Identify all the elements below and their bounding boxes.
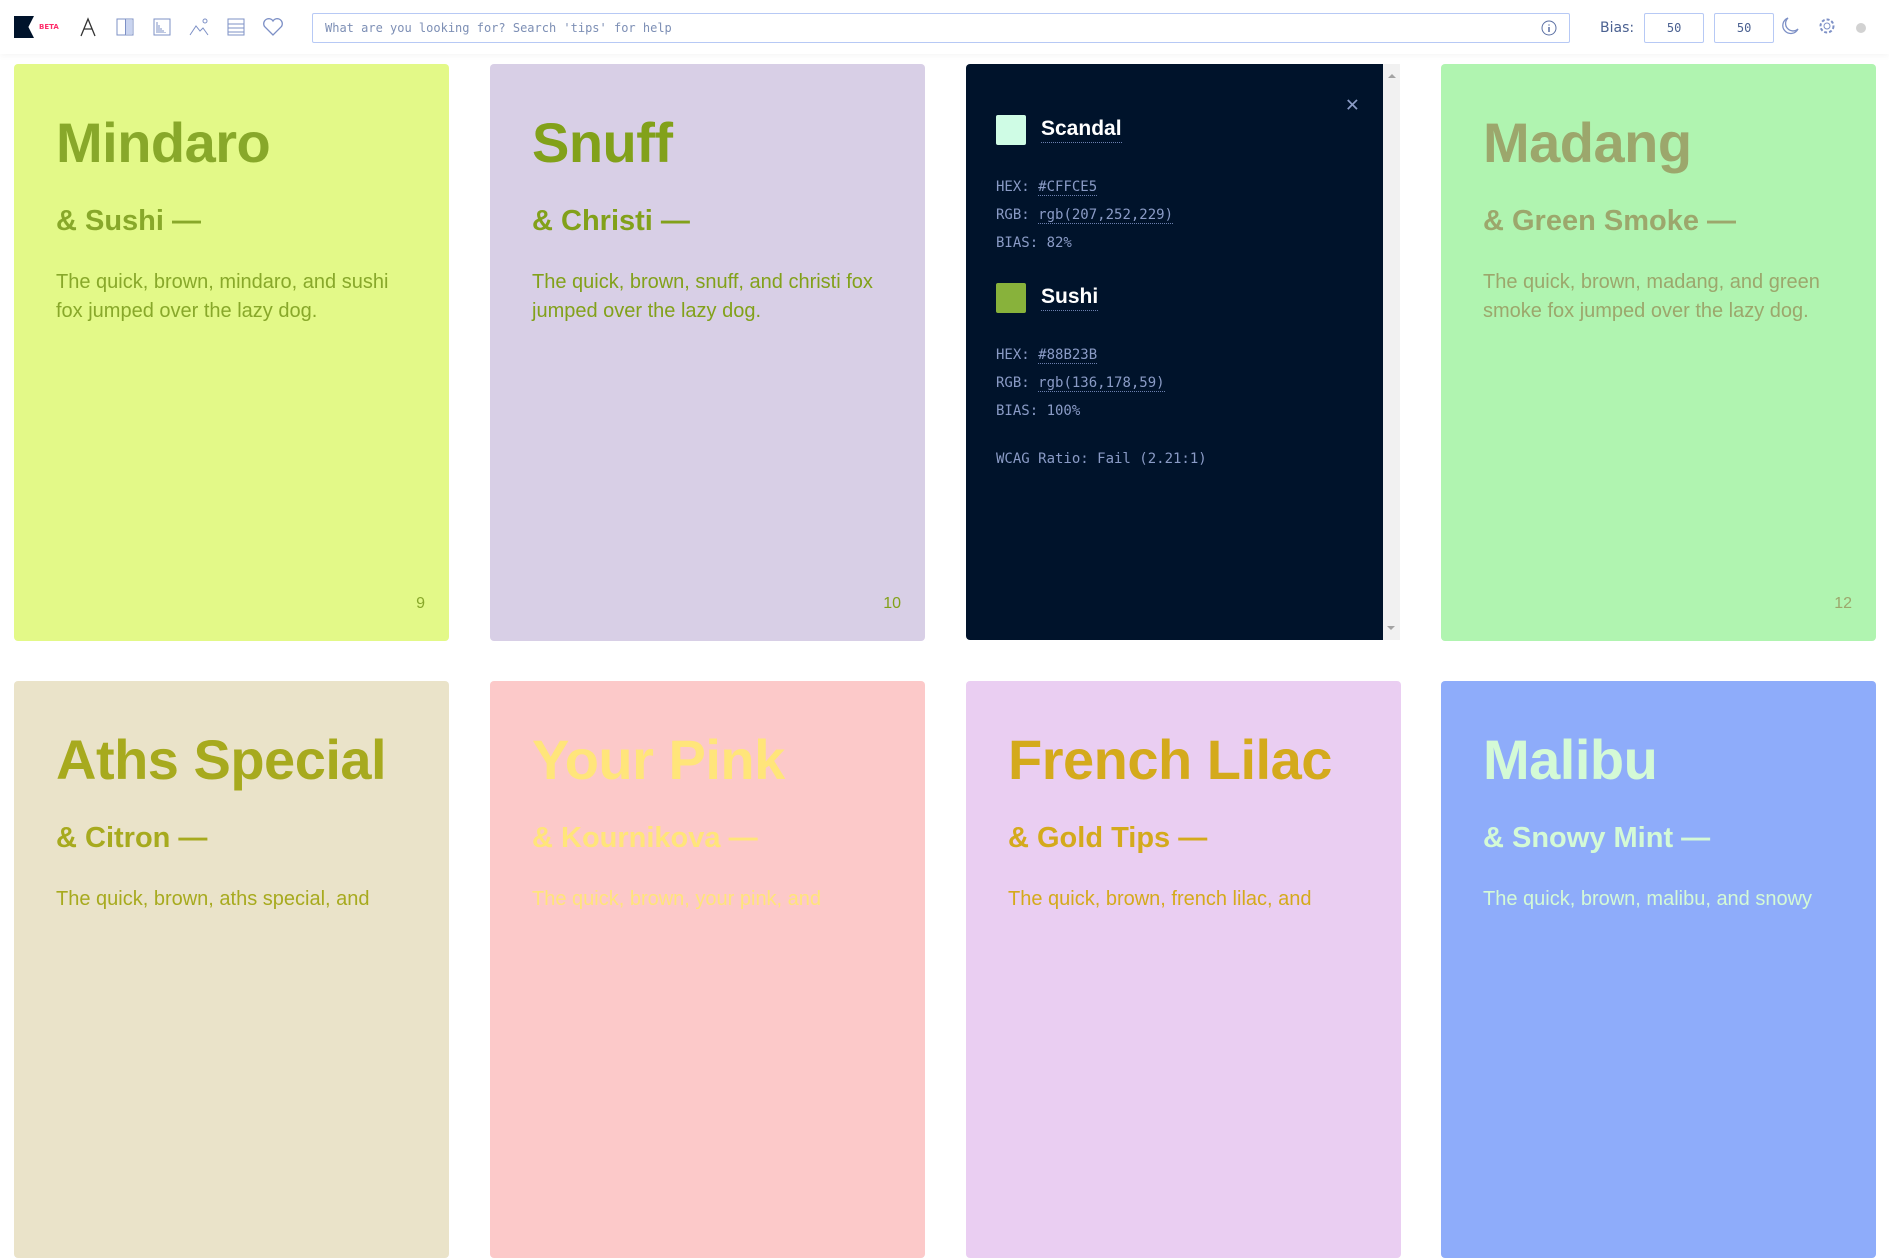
chart-icon[interactable] (151, 16, 173, 38)
hex-label: HEX: (996, 347, 1030, 363)
color-pair-card[interactable]: Your Pink & Kournikova — The quick, brown,… (490, 681, 925, 1258)
search-placeholder: What are you looking for? Search 'tips' … (325, 21, 672, 35)
card-pair: & Citron — (56, 822, 208, 854)
color-pair-card[interactable]: Aths Special & Citron — The quick, brown, … (14, 681, 449, 1258)
rgb-label: RGB: (996, 375, 1030, 391)
card-pair: & Snowy Mint — (1483, 822, 1711, 854)
card-number: 12 (1834, 595, 1852, 612)
card-pair: & Sushi — (56, 205, 202, 237)
rgb-value[interactable]: rgb(207,252,229) (1038, 207, 1174, 224)
scroll-down-icon[interactable] (1387, 626, 1395, 634)
logo[interactable] (14, 16, 34, 38)
columns-icon[interactable] (114, 16, 136, 38)
color-detail-panel: ✕ Scandal HEX: #CFFCE5 RGB: rgb(207,252,… (966, 64, 1383, 640)
card-text: The quick, brown, snuff, and christi fox… (532, 271, 873, 322)
card-text: The quick, brown, mindaro, and sushi fox… (56, 271, 389, 322)
card-text: The quick, brown, aths special, and (56, 888, 370, 910)
card-title: Mindaro (56, 111, 271, 174)
card-pair: & Gold Tips — (1008, 822, 1208, 854)
card-pair: & Green Smoke — (1483, 205, 1737, 237)
typography-icon[interactable] (77, 16, 99, 38)
card-title: Madang (1483, 111, 1692, 174)
bias-value: BIAS: 100% (996, 403, 1081, 419)
bias-controls: Bias: 50 50 (1600, 13, 1775, 43)
color-name[interactable]: Sushi (1041, 285, 1099, 311)
wcag-ratio: WCAG Ratio: Fail (2.21:1) (996, 451, 1207, 467)
scroll-up-icon[interactable] (1387, 70, 1396, 78)
bias-label: Bias: (1600, 20, 1635, 36)
card-text: The quick, brown, french lilac, and (1008, 888, 1312, 910)
card-text: The quick, brown, madang, and green smok… (1483, 271, 1820, 322)
search-input[interactable]: What are you looking for? Search 'tips' … (312, 13, 1570, 43)
card-title: Snuff (532, 111, 673, 174)
card-number: 10 (883, 595, 901, 612)
bias-input-2[interactable]: 50 (1714, 13, 1775, 43)
color-pair-card[interactable]: Snuff & Christi — The quick, brown, snuff,… (490, 64, 925, 641)
status-dot (1856, 23, 1866, 33)
card-pair: & Christi — (532, 205, 690, 237)
close-icon[interactable]: ✕ (1346, 92, 1359, 117)
heart-icon[interactable] (262, 16, 284, 38)
color-pair-card[interactable]: Mindaro & Sushi — The quick, brown, mindar… (14, 64, 449, 641)
rgb-value[interactable]: rgb(136,178,59) (1038, 375, 1165, 392)
hex-value[interactable]: #CFFCE5 (1038, 179, 1098, 196)
card-text: The quick, brown, malibu, and snowy (1483, 888, 1813, 910)
card-title: French Lilac (1008, 728, 1332, 791)
info-icon[interactable] (1541, 20, 1557, 36)
card-title: Malibu (1483, 728, 1658, 791)
scrollbar[interactable] (1383, 64, 1400, 640)
list-icon[interactable] (225, 16, 247, 38)
bias-value: BIAS: 82% (996, 235, 1072, 251)
color-pair-card[interactable]: Madang & Green Smoke — The quick, brown, m… (1441, 64, 1876, 641)
beta-badge: BETA (39, 23, 59, 31)
hex-value[interactable]: #88B23B (1038, 347, 1098, 364)
color-swatch (996, 283, 1026, 313)
hex-label: HEX: (996, 179, 1030, 195)
card-pair: & Kournikova — (532, 822, 758, 854)
color-pair-card[interactable]: French Lilac & Gold Tips — The quick, brow… (966, 681, 1401, 1258)
moon-icon[interactable] (1781, 17, 1799, 35)
bias-input-1[interactable]: 50 (1644, 13, 1705, 43)
color-pair-card[interactable]: Malibu & Snowy Mint — The quick, brown, ma… (1441, 681, 1876, 1258)
card-number: 9 (416, 595, 425, 612)
gear-icon[interactable] (1818, 17, 1836, 35)
image-icon[interactable] (188, 16, 210, 38)
rgb-label: RGB: (996, 207, 1030, 223)
card-title: Your Pink (532, 728, 785, 791)
card-text: The quick, brown, your pink, and (532, 888, 822, 910)
card-title: Aths Special (56, 728, 387, 791)
color-name[interactable]: Scandal (1041, 117, 1122, 143)
color-swatch (996, 115, 1026, 145)
